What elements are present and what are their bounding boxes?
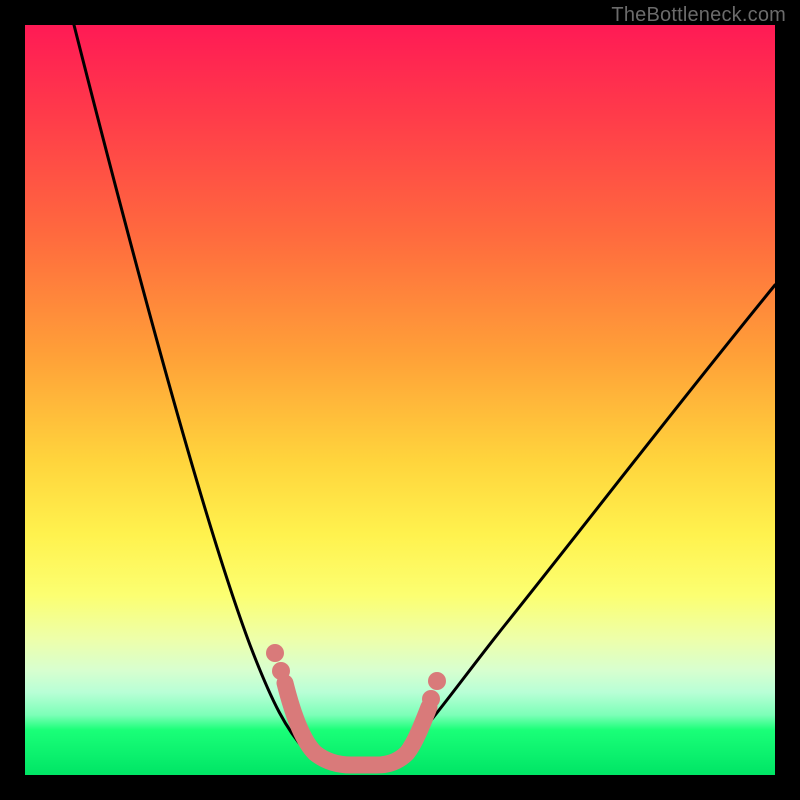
chart-frame: TheBottleneck.com — [0, 0, 800, 800]
bottleneck-curves — [25, 25, 775, 775]
dot-right-upper — [428, 672, 446, 690]
dot-left-lower — [272, 662, 290, 680]
dot-left-upper — [266, 644, 284, 662]
trough-band — [285, 683, 429, 765]
curve-left — [74, 25, 331, 763]
dot-right-lower — [422, 690, 440, 708]
attribution-text: TheBottleneck.com — [611, 4, 786, 27]
